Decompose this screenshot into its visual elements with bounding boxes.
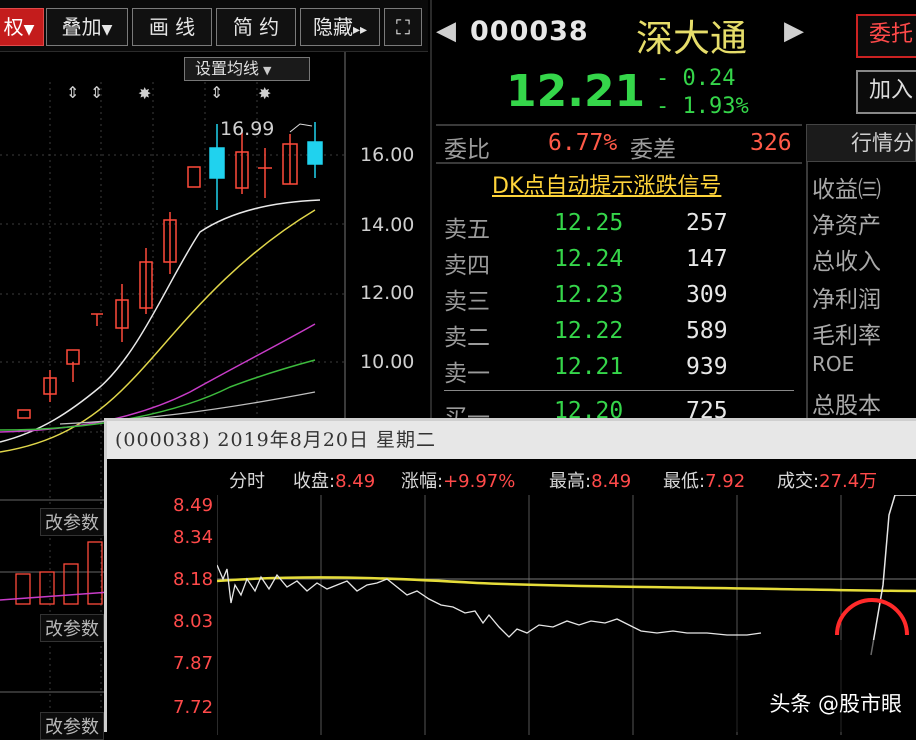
add-watchlist-button[interactable]: 加入 [856, 70, 916, 114]
chevron-down-icon: ▼ [101, 22, 113, 38]
double-arrow-icon: ▸▸ [352, 22, 368, 38]
weicha-label: 委差 [630, 137, 676, 163]
price-spike-line [870, 495, 916, 656]
dk-signal-link[interactable]: DK点自动提示涨跌信号 [492, 168, 721, 200]
svg-text:⇕: ⇕ [90, 83, 103, 102]
y-axis-tick: 8.18 [173, 569, 214, 590]
kline-high-label: 16.99 [220, 118, 275, 140]
highlight-circle [835, 598, 909, 636]
popup-title: (000038) 2019年8月20日 星期二 [107, 421, 916, 459]
prev-stock-arrow-icon[interactable]: ◀ [436, 16, 456, 46]
y-axis-tick: 16.00 [360, 144, 415, 166]
draw-line-button[interactable]: 画 线 [132, 8, 212, 46]
fin-item-roe: ROE [812, 352, 855, 376]
ask-row: 卖三 12.23 309 [444, 282, 728, 315]
last-price: 12.21 [506, 66, 646, 117]
overlay-button[interactable]: 叠加▼ [46, 8, 128, 46]
stat-change-pct: 涨幅:+9.97% [401, 471, 516, 492]
y-axis-tick: 8.34 [173, 527, 214, 548]
fuquan-button[interactable]: 权▼ [0, 8, 44, 46]
stat-volume: 成交:27.4万 [777, 471, 878, 492]
high-arrow-icon [289, 123, 313, 133]
fin-item-gross-margin: 毛利率 [812, 323, 881, 349]
simple-mode-button[interactable]: 简 约 [216, 8, 296, 46]
tab-market-analysis[interactable]: 行情分 [806, 124, 916, 162]
order-button[interactable]: 委托 [856, 14, 916, 58]
ask-row: 卖四 12.24 147 [444, 246, 728, 279]
weibi-value: 6.77% [548, 130, 618, 156]
chart-toolbar: 权▼ 叠加▼ 画 线 简 约 隐藏▸▸ ⛶ [0, 0, 428, 52]
stat-high: 最高:8.49 [549, 471, 632, 492]
tab-intraday[interactable]: 分时 [229, 467, 265, 493]
y-axis-tick: 8.49 [173, 495, 214, 516]
y-axis-tick: 8.03 [173, 611, 214, 632]
chevron-down-icon: ▼ [23, 22, 35, 38]
event-markers: ⇕ ⇕ ✸ ⇕ ✸ [66, 83, 271, 103]
bid-row: 买一 12.20 725 [444, 398, 728, 418]
stock-name: 深大通 [636, 17, 747, 60]
fin-item-total-shares: 总股本 [812, 393, 881, 419]
svg-text:⇕: ⇕ [210, 83, 223, 102]
change-params-button[interactable]: 改参数 [40, 508, 104, 536]
star-icon: ✸ [138, 84, 151, 103]
weicha-value: 326 [750, 130, 792, 156]
stock-code: 000038 [470, 16, 589, 47]
fullscreen-button[interactable]: ⛶ [384, 8, 422, 46]
price-change: - 0.24 [656, 66, 736, 91]
star-icon: ✸ [258, 84, 271, 103]
price-change-pct: - 1.93% [656, 94, 749, 119]
candles [17, 122, 323, 419]
price-line [217, 564, 762, 638]
change-params-button[interactable]: 改参数 [40, 614, 104, 642]
fin-item-net-profit: 净利润 [812, 287, 881, 313]
fin-item-eps: 收益㈢ [812, 177, 881, 203]
watermark-background [658, 640, 916, 732]
stat-low: 最低:7.92 [663, 471, 746, 492]
next-stock-arrow-icon[interactable]: ▶ [784, 16, 804, 46]
fin-item-net-assets: 净资产 [812, 213, 881, 239]
y-axis-tick: 12.00 [360, 282, 415, 304]
ask-row: 卖一 12.21 939 [444, 354, 728, 387]
y-axis-tick: 14.00 [360, 214, 415, 236]
ma10-line [0, 209, 316, 453]
svg-text:⇕: ⇕ [66, 83, 79, 102]
fin-item-revenue: 总收入 [812, 249, 881, 275]
change-params-button[interactable]: 改参数 [40, 712, 104, 740]
y-axis-tick: 7.87 [173, 653, 214, 674]
watermark: 头条 @股市眼 [769, 692, 902, 716]
ask-row: 卖二 12.22 589 [444, 318, 728, 351]
y-axis-tick: 10.00 [360, 351, 415, 373]
ask-row: 卖五 12.25 257 [444, 210, 728, 243]
order-book: 卖五 12.25 257 卖四 12.24 147 卖三 12.23 309 卖… [444, 210, 804, 390]
y-axis-tick: 7.72 [173, 697, 214, 718]
stat-close: 收盘:8.49 [293, 471, 376, 492]
weibi-label: 委比 [444, 137, 490, 163]
expand-icon: ⛶ [396, 15, 410, 39]
hide-button[interactable]: 隐藏▸▸ [300, 8, 380, 46]
volume-bars [15, 541, 103, 605]
